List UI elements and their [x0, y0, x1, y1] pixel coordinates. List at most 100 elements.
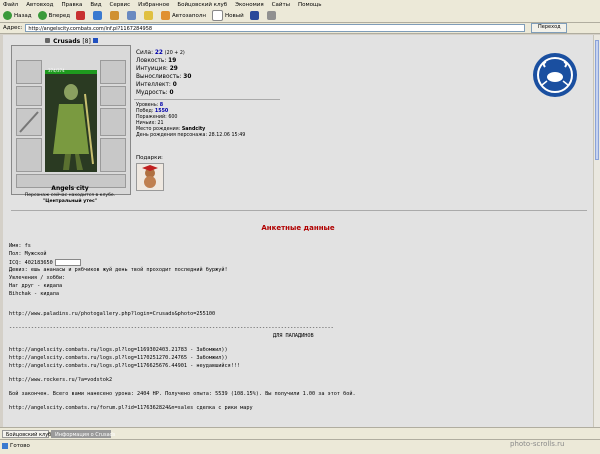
back-arrow-icon — [3, 11, 12, 20]
address-label: Адрес: — [3, 25, 23, 31]
profile-gender: Пол: Мужской — [9, 251, 47, 257]
menu-help[interactable]: Помощь — [298, 2, 321, 8]
armor-slot[interactable] — [16, 138, 42, 172]
gifts-label: Подарки: — [136, 155, 163, 161]
alignment-icon — [45, 38, 50, 43]
profile-icq: ICQ: 402183650 — [9, 259, 81, 266]
address-bar: Адрес: http://angelscity.combats.com/inf… — [0, 23, 600, 34]
profile-motto: Девиз: ешь ананасы и рябчиков жуй день т… — [9, 267, 228, 273]
page-icon — [2, 443, 8, 449]
address-input[interactable]: http://angelscity.combats.com/inf.pl?116… — [25, 24, 526, 32]
boots-slot[interactable] — [100, 138, 126, 172]
status-text: Готово — [10, 443, 30, 449]
profile-title: Анкетные данные — [261, 224, 335, 232]
teddy-bear-gift-icon — [142, 165, 158, 188]
hp-text: 374/374 — [48, 68, 65, 73]
log-link-2[interactable]: http://angelscity.combats.ru/logs.pl?log… — [9, 355, 228, 361]
watermark: photo-scrolls.ru — [510, 440, 565, 448]
stat-endurance: Выносливость: 30 — [136, 74, 192, 80]
character-panel — [11, 45, 131, 195]
menu-fightclub[interactable]: Бойцовский клуб — [177, 2, 227, 8]
new-page-icon — [212, 10, 223, 21]
shield-slot[interactable] — [100, 108, 126, 136]
home-button[interactable] — [110, 11, 121, 20]
favorites-button[interactable] — [144, 11, 155, 20]
city-name: Angels city — [51, 185, 89, 192]
log-link-1[interactable]: http://angelscity.combats.ru/logs.pl?log… — [9, 347, 228, 353]
location-text: Персонаж сейчас находится в клубе. "Цент… — [24, 193, 116, 204]
menu-view[interactable]: Вид — [90, 2, 101, 8]
profile-line1: Наг друг - кидала — [9, 283, 63, 289]
log-link-3[interactable]: http://angelscity.combats.ru/logs.pl?log… — [9, 363, 240, 369]
menu-file[interactable]: Файл — [3, 2, 18, 8]
print-icon — [266, 11, 276, 20]
crab-emblem-icon — [537, 57, 573, 93]
refresh-button[interactable] — [93, 11, 104, 20]
helmet-slot[interactable] — [16, 60, 42, 84]
forum-link[interactable]: http://angelscity.combats.ru/forum.pl?id… — [9, 405, 253, 411]
rockers-link[interactable]: http://www.rockers.ru/?a=vodstok2 — [9, 377, 112, 383]
autofill-button[interactable]: Автозаполн — [161, 11, 206, 20]
stat-intellect: Интеллект: 0 — [136, 82, 177, 88]
menu-economy[interactable]: Экономия — [235, 2, 264, 8]
profile-photo-link[interactable]: http://www.paladins.ru/photogallery.php?… — [9, 311, 215, 317]
stop-icon — [76, 11, 86, 20]
menu-sites[interactable]: Сайты — [272, 2, 290, 8]
info-draws: Ничьих: 21 — [136, 121, 164, 126]
info-icon[interactable] — [92, 38, 98, 43]
star-icon — [144, 11, 154, 20]
stat-wisdom: Мудрость: 0 — [136, 90, 174, 96]
stop-button[interactable] — [76, 11, 87, 20]
stat-strength: Сила: 22 (20 + 2) — [136, 50, 185, 56]
refresh-icon — [93, 11, 103, 20]
gloves-slot[interactable] — [100, 86, 126, 106]
character-portrait — [45, 74, 97, 172]
weapon-slot[interactable] — [16, 108, 42, 136]
earring-slot[interactable] — [16, 86, 42, 106]
autofill-icon — [161, 11, 171, 20]
battle-result: Бой закончен. Всего вами нанесено урона:… — [9, 391, 356, 397]
toolbar: Назад Вперед Автозаполн Новый — [0, 9, 600, 23]
save-button[interactable] — [249, 11, 261, 20]
warrior-figure-icon — [53, 84, 94, 170]
info-birthday: День рождения персонажа: 28.12.06 15:49 — [136, 133, 246, 138]
stat-agility: Ловкость: 19 — [136, 58, 177, 64]
icq-status-box[interactable] — [54, 259, 81, 266]
profile-line2: Bihchak - кидала — [9, 291, 59, 297]
menu-edit[interactable]: Правка — [61, 2, 82, 8]
tab-fightclub[interactable]: Бойцовский клуб — [2, 430, 51, 438]
profile-name: Имя: fs — [9, 243, 31, 249]
scroll-thumb[interactable] — [595, 40, 599, 160]
profile-hobbies: Увлечения / хобби: — [9, 275, 66, 281]
vertical-scrollbar[interactable] — [593, 35, 600, 427]
search-icon — [127, 11, 137, 20]
sword-icon — [19, 111, 39, 133]
gift-item[interactable] — [136, 163, 164, 191]
search-button[interactable] — [127, 11, 138, 20]
profile-dashes: ----------------------------------------… — [9, 325, 334, 331]
stat-intuition: Интуиция: 29 — [136, 66, 178, 72]
info-level: Уровень: 8 — [136, 103, 164, 108]
info-losses: Поражений: 600 — [136, 115, 178, 120]
tab-character-info[interactable]: Информация о Crusads — [51, 430, 115, 438]
stats-divider — [134, 99, 280, 100]
go-button[interactable]: Переход — [531, 23, 568, 33]
profile-paladins: ДЛЯ ПАЛАДИНОВ — [273, 333, 314, 339]
section-divider — [11, 210, 587, 211]
info-wins: Побед: 1550 — [136, 109, 169, 114]
print-button[interactable] — [266, 11, 278, 20]
back-button[interactable]: Назад — [3, 11, 32, 20]
home-icon — [110, 11, 120, 20]
new-button[interactable]: Новый — [212, 10, 244, 21]
character-name: Crusads [8] — [45, 38, 98, 45]
club-logo — [533, 53, 577, 97]
info-birthplace: Место рождения: Sandcity — [136, 127, 206, 132]
ring-slot[interactable] — [100, 60, 126, 84]
forward-button[interactable]: Вперед — [37, 11, 70, 20]
save-icon — [249, 11, 259, 20]
menu-tools[interactable]: Сервис — [110, 2, 131, 8]
menu-favorites[interactable]: Избранное — [138, 2, 169, 8]
menu-autologin[interactable]: Автовход — [26, 2, 53, 8]
forward-arrow-icon — [37, 11, 47, 20]
menu-bar: Файл Автовход Правка Вид Сервис Избранно… — [0, 0, 600, 9]
